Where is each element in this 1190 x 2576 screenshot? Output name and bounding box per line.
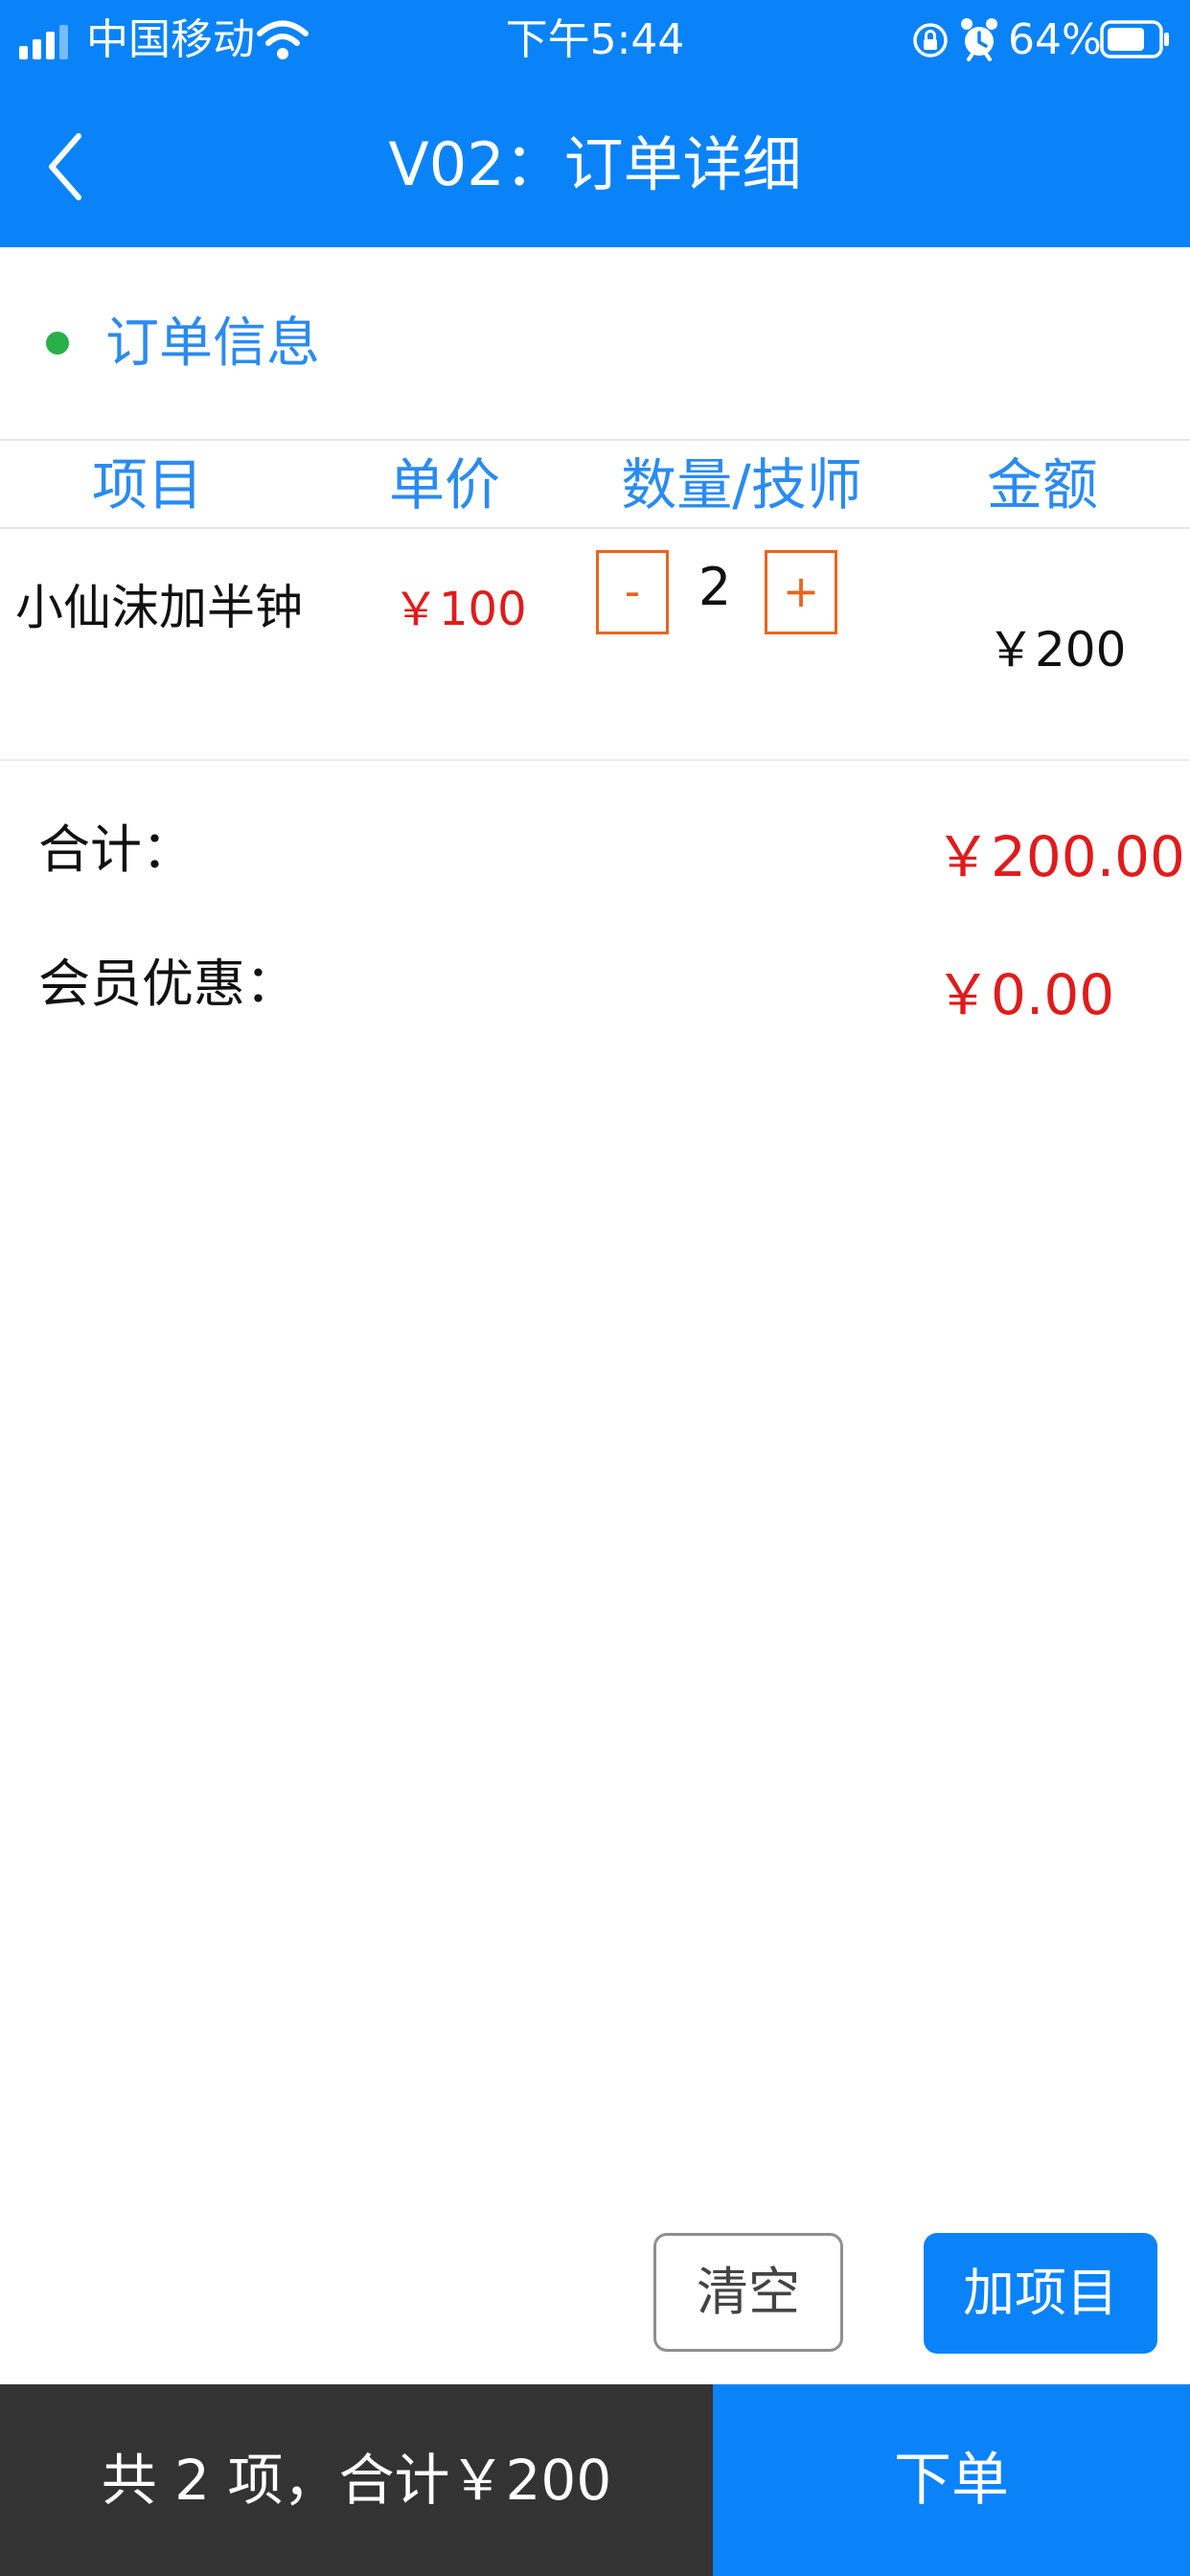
member-discount-label: 会员优惠： [38, 954, 297, 1014]
decrease-quantity-button[interactable]: - [596, 550, 669, 634]
clear-button[interactable]: 清空 [653, 2233, 843, 2352]
status-bar: 中国移动 下午5:44 64% [0, 0, 1190, 80]
column-header-quantity: 数量/技师 [621, 452, 862, 518]
table-row: 小仙沫加半钟 ￥100 - 2 + ￥200 [0, 529, 1190, 761]
add-item-button[interactable]: 加项目 [924, 2233, 1157, 2354]
page-title: V02：订单详细 [388, 129, 802, 199]
increase-quantity-button[interactable]: + [765, 550, 837, 634]
item-amount: ￥200 [987, 622, 1127, 678]
order-summary: 共 2 项，合计￥200 [0, 2384, 713, 2576]
alarm-icon [961, 18, 997, 61]
column-header-price: 单价 [388, 452, 500, 518]
order-info-section: 订单信息 [0, 288, 1190, 402]
battery-percent: 64% [1008, 15, 1102, 64]
header: 中国移动 下午5:44 64% V02：订单详细 [0, 0, 1190, 247]
column-header-item: 项目 [91, 452, 203, 518]
rotation-lock-icon [913, 23, 948, 58]
table-header: 项目 单价 数量/技师 金额 [0, 439, 1190, 529]
item-price: ￥100 [393, 583, 527, 636]
place-order-button[interactable]: 下单 [713, 2384, 1190, 2576]
member-discount-value: ￥0.00 [935, 962, 1115, 1027]
section-dot-icon [46, 332, 69, 355]
quantity-value: 2 [698, 557, 732, 617]
section-title: 订单信息 [105, 312, 320, 375]
battery-icon [1100, 20, 1169, 58]
column-header-amount: 金额 [986, 452, 1098, 518]
total-value: ￥200.00 [935, 824, 1185, 889]
item-name: 小仙沫加半钟 [15, 580, 303, 635]
total-label: 合计： [38, 819, 194, 880]
